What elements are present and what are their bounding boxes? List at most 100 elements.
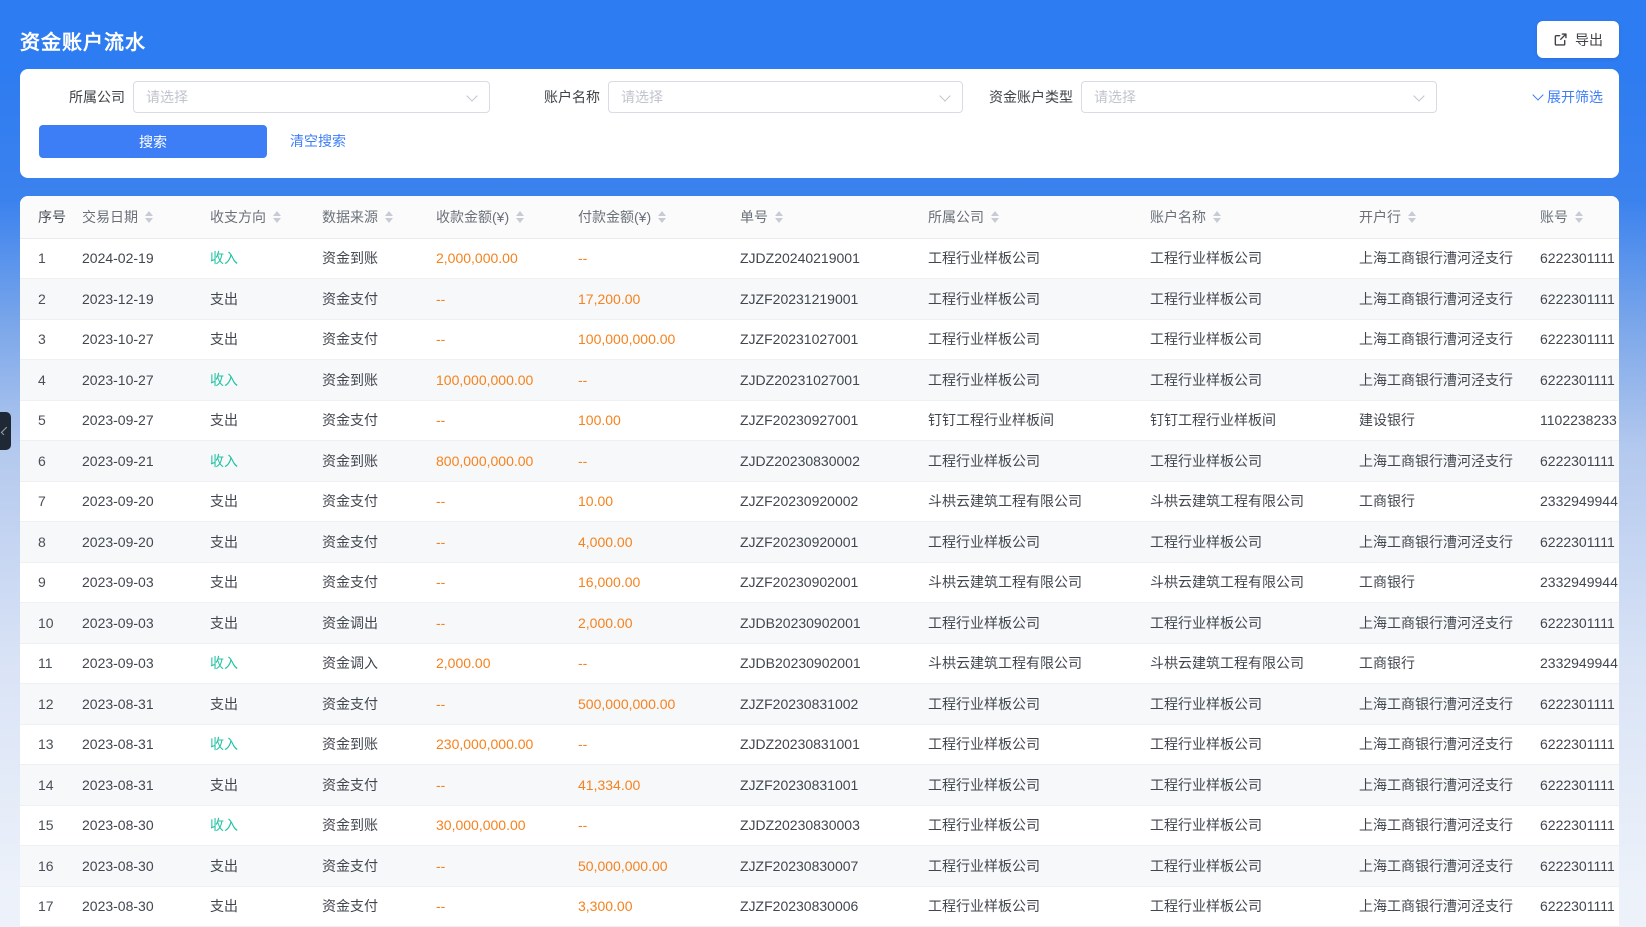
cell-bank: 上海工商银行漕河泾支行 [1359,805,1540,846]
cell-company: 工程行业样板公司 [928,603,1150,644]
cell-income-amount: 30,000,000.00 [436,805,578,846]
cell-company: 工程行业样板公司 [928,846,1150,887]
cell-account-name: 工程行业样板公司 [1150,886,1359,927]
drawer-handle[interactable] [0,412,11,450]
cell-date: 2023-09-03 [82,562,210,603]
column-header: 收支方向 [210,196,322,238]
cell-order-no: ZJZF20230920002 [740,481,928,522]
sort-control[interactable] [658,211,666,223]
cell-account-name: 斗栱云建筑工程有限公司 [1150,562,1359,603]
cell-income-amount: -- [436,481,578,522]
company-select[interactable]: 请选择 [133,81,490,113]
column-header: 付款金额(¥) [578,196,740,238]
clear-search-link[interactable]: 清空搜索 [290,125,346,158]
account-type-select[interactable]: 请选择 [1081,81,1437,113]
cell-account-name: 工程行业样板公司 [1150,684,1359,725]
sort-control[interactable] [1408,211,1416,223]
export-button[interactable]: 导出 [1537,21,1619,58]
cell-account-no: 1102238233 [1540,400,1619,441]
table-row: 12024-02-19收入资金到账2,000,000.00--ZJDZ20240… [20,238,1619,279]
cell-source: 资金到账 [322,441,436,482]
cell-direction: 收入 [210,724,322,765]
filter-label-company: 所属公司 [25,81,125,113]
cell-income-amount: 800,000,000.00 [436,441,578,482]
cell-order-no: ZJZF20230902001 [740,562,928,603]
cell-order-no: ZJZF20230830007 [740,846,928,887]
cell-payment-amount: 17,200.00 [578,279,740,320]
cell-company: 工程行业样板公司 [928,724,1150,765]
cell-direction: 收入 [210,441,322,482]
cell-account-name: 斗栱云建筑工程有限公司 [1150,643,1359,684]
sort-control[interactable] [516,211,524,223]
cell-account-no: 6222301111 [1540,522,1619,563]
cell-date: 2023-08-30 [82,846,210,887]
cell-source: 资金支付 [322,846,436,887]
table-row: 62023-09-21收入资金到账800,000,000.00--ZJDZ202… [20,441,1619,482]
cell-seq: 1 [20,238,82,279]
cell-order-no: ZJDB20230902001 [740,643,928,684]
account-type-select-placeholder: 请选择 [1094,87,1136,107]
table-header-row: 序号交易日期收支方向数据来源收款金额(¥)付款金额(¥)单号所属公司账户名称开户… [20,196,1619,238]
column-header: 单号 [740,196,928,238]
cell-bank: 上海工商银行漕河泾支行 [1359,441,1540,482]
sort-control[interactable] [145,211,153,223]
column-header-label: 所属公司 [928,207,984,227]
cell-date: 2023-08-31 [82,724,210,765]
cell-date: 2023-10-27 [82,360,210,401]
cell-seq: 17 [20,886,82,927]
column-header: 账户名称 [1150,196,1359,238]
cell-income-amount: -- [436,522,578,563]
cell-company: 工程行业样板公司 [928,765,1150,806]
account-name-select-placeholder: 请选择 [621,87,663,107]
cell-source: 资金支付 [322,522,436,563]
table-row: 72023-09-20支出资金支付--10.00ZJZF20230920002斗… [20,481,1619,522]
table-card: 序号交易日期收支方向数据来源收款金额(¥)付款金额(¥)单号所属公司账户名称开户… [20,196,1619,927]
column-header-label: 收支方向 [210,207,266,227]
cell-order-no: ZJZF20231219001 [740,279,928,320]
sort-control[interactable] [1575,211,1583,223]
sort-control[interactable] [775,211,783,223]
cell-bank: 上海工商银行漕河泾支行 [1359,724,1540,765]
cell-account-no: 6222301111 [1540,441,1619,482]
cell-bank: 上海工商银行漕河泾支行 [1359,684,1540,725]
cell-date: 2023-09-20 [82,481,210,522]
expand-filters-link[interactable]: 展开筛选 [1534,81,1603,113]
cell-account-name: 工程行业样板公司 [1150,441,1359,482]
cell-order-no: ZJZF20230831002 [740,684,928,725]
cell-account-name: 工程行业样板公司 [1150,522,1359,563]
cell-account-no: 6222301111 [1540,846,1619,887]
cell-source: 资金支付 [322,319,436,360]
cell-date: 2023-08-30 [82,886,210,927]
search-button[interactable]: 搜索 [39,125,267,158]
cell-seq: 15 [20,805,82,846]
cell-order-no: ZJZF20230830006 [740,886,928,927]
cell-source: 资金调入 [322,643,436,684]
cell-company: 斗栱云建筑工程有限公司 [928,643,1150,684]
column-header-label: 开户行 [1359,207,1401,227]
sort-control[interactable] [1213,211,1221,223]
cell-seq: 16 [20,846,82,887]
cell-account-no: 6222301111 [1540,724,1619,765]
cell-order-no: ZJDB20230902001 [740,603,928,644]
cell-account-name: 工程行业样板公司 [1150,765,1359,806]
sort-control[interactable] [991,211,999,223]
caret-up-icon [1408,211,1416,216]
sort-control[interactable] [385,211,393,223]
cell-direction: 支出 [210,481,322,522]
caret-down-icon [658,218,666,223]
chevron-down-icon [466,90,477,101]
export-icon [1553,32,1568,47]
cell-income-amount: -- [436,319,578,360]
cell-account-name: 工程行业样板公司 [1150,279,1359,320]
sort-control[interactable] [273,211,281,223]
cell-order-no: ZJDZ20240219001 [740,238,928,279]
table-row: 92023-09-03支出资金支付--16,000.00ZJZF20230902… [20,562,1619,603]
expand-filters-label: 展开筛选 [1547,81,1603,113]
cell-payment-amount: 100,000,000.00 [578,319,740,360]
column-header-label: 账号 [1540,207,1568,227]
account-name-select[interactable]: 请选择 [608,81,963,113]
cell-source: 资金支付 [322,765,436,806]
cell-account-name: 工程行业样板公司 [1150,603,1359,644]
cell-income-amount: -- [436,886,578,927]
cell-account-name: 工程行业样板公司 [1150,238,1359,279]
